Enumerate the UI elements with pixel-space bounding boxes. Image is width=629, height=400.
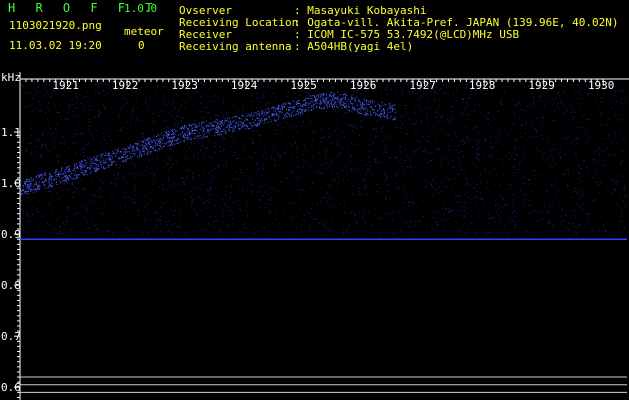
x-tick-label: 1922	[112, 79, 139, 92]
y-tick-label: 1.1	[1, 126, 21, 139]
antenna-label: Receiving antenna	[179, 40, 292, 53]
y-tick-label: 0.8	[1, 279, 21, 292]
antenna-value: : A504HB(yagi 4el)	[294, 40, 414, 53]
x-tick-label: 1924	[231, 79, 258, 92]
x-tick-label: 1930	[588, 79, 615, 92]
y-tick-label: 0.9	[1, 228, 21, 241]
x-tick-label: 1921	[52, 79, 79, 92]
x-tick-label: 1927	[409, 79, 436, 92]
x-tick-label: 1925	[290, 79, 317, 92]
x-tick-label: 1926	[350, 79, 377, 92]
datetime: 11.03.02 19:20	[9, 39, 102, 52]
x-tick-label: 1923	[171, 79, 198, 92]
y-tick-label: 1.0	[1, 177, 21, 190]
meteor-count: 0	[138, 39, 145, 52]
y-tick-label: 0.6	[1, 381, 21, 394]
y-tick-label: 0.7	[1, 330, 21, 343]
plot-background	[0, 72, 629, 400]
meteor-label: meteor	[124, 25, 164, 38]
file-name: 1103021920.png	[9, 19, 102, 32]
x-tick-label: 1928	[469, 79, 496, 92]
app-version: 1.0.0	[124, 2, 158, 15]
x-tick-label: 1929	[528, 79, 555, 92]
spectrogram-plot: 1.1 1.0 0.9 0.8 0.7 0.6 1921 1922 1923 1924 1925 19…	[0, 72, 629, 400]
y-unit-label: kHz	[1, 72, 21, 84]
header-panel: H R O F F T 1.0.0 1103021920.png meteor …	[0, 0, 629, 68]
